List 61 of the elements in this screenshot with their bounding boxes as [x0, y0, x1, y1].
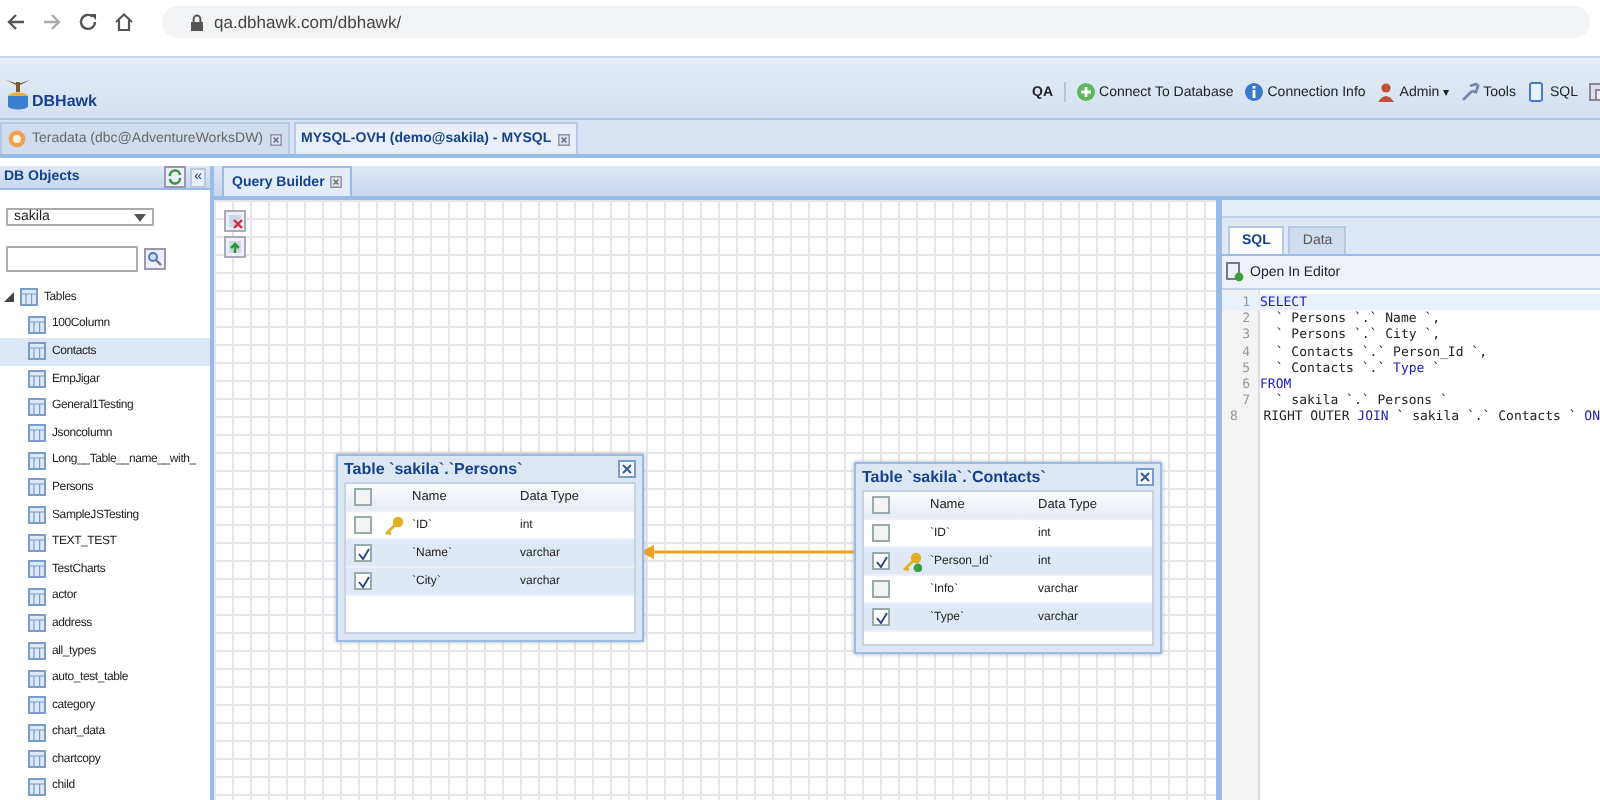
checkbox[interactable]	[872, 608, 890, 626]
key-icon	[384, 515, 404, 535]
table-icon	[20, 288, 38, 307]
checkbox[interactable]	[354, 516, 372, 534]
check-icon	[875, 555, 887, 567]
table-icon	[28, 397, 46, 416]
table-icon	[28, 315, 46, 334]
checkbox[interactable]	[872, 552, 890, 570]
user-icon	[1375, 82, 1396, 102]
remove-table-icon[interactable]	[224, 210, 246, 232]
plus-circle-icon	[1075, 82, 1096, 102]
forward-icon[interactable]	[42, 12, 62, 32]
table-icon	[28, 451, 46, 470]
lock-icon	[190, 13, 204, 31]
key-plus-icon	[902, 551, 922, 571]
table-icon	[28, 696, 46, 715]
expanded-icon[interactable]	[4, 292, 14, 303]
table-icon	[28, 777, 46, 796]
check-icon	[357, 547, 369, 559]
document-icon	[1525, 82, 1546, 102]
search-icon[interactable]	[144, 248, 166, 270]
refresh-icon[interactable]	[164, 166, 187, 188]
table-icon	[28, 533, 46, 552]
hawk-database-icon	[4, 74, 32, 110]
checkbox[interactable]	[872, 580, 890, 598]
select-all-checkbox[interactable]	[354, 488, 372, 506]
table-window-title: Table `sakila`.`Contacts`	[862, 468, 1046, 486]
table-icon	[28, 587, 46, 606]
close-icon[interactable]	[1136, 468, 1154, 486]
checkbox[interactable]	[354, 544, 372, 562]
table-icon	[28, 370, 46, 389]
table-icon	[28, 669, 46, 688]
add-table-icon[interactable]	[224, 236, 246, 258]
home-icon[interactable]	[114, 12, 134, 32]
checkbox[interactable]	[354, 572, 372, 590]
close-icon[interactable]	[269, 133, 282, 145]
caret-icon	[134, 213, 146, 221]
checkbox[interactable]	[872, 524, 890, 542]
close-icon[interactable]	[618, 460, 636, 478]
table-icon	[28, 560, 46, 579]
app-logo-text: DBHawk	[32, 92, 97, 110]
close-icon[interactable]	[557, 133, 570, 145]
check-icon	[875, 611, 887, 623]
table-window-title: Table `sakila`.`Persons`	[344, 460, 523, 478]
table-icon	[28, 424, 46, 443]
table-icon	[28, 750, 46, 769]
table-icon	[28, 478, 46, 497]
reload-icon[interactable]	[78, 12, 98, 32]
table-icon	[28, 642, 46, 661]
table-icon	[28, 342, 46, 361]
search-field[interactable]	[6, 246, 138, 272]
close-icon[interactable]	[330, 176, 343, 188]
table-icon	[28, 506, 46, 525]
url-text: qa.dbhawk.com/dbhawk/	[214, 12, 402, 32]
back-icon[interactable]	[6, 12, 26, 32]
address-bar[interactable]: qa.dbhawk.com/dbhawk/	[162, 6, 1590, 38]
table-icon	[28, 723, 46, 742]
select-all-checkbox[interactable]	[872, 496, 890, 514]
table-icon	[28, 614, 46, 633]
info-icon	[1243, 82, 1264, 102]
check-icon	[357, 575, 369, 587]
